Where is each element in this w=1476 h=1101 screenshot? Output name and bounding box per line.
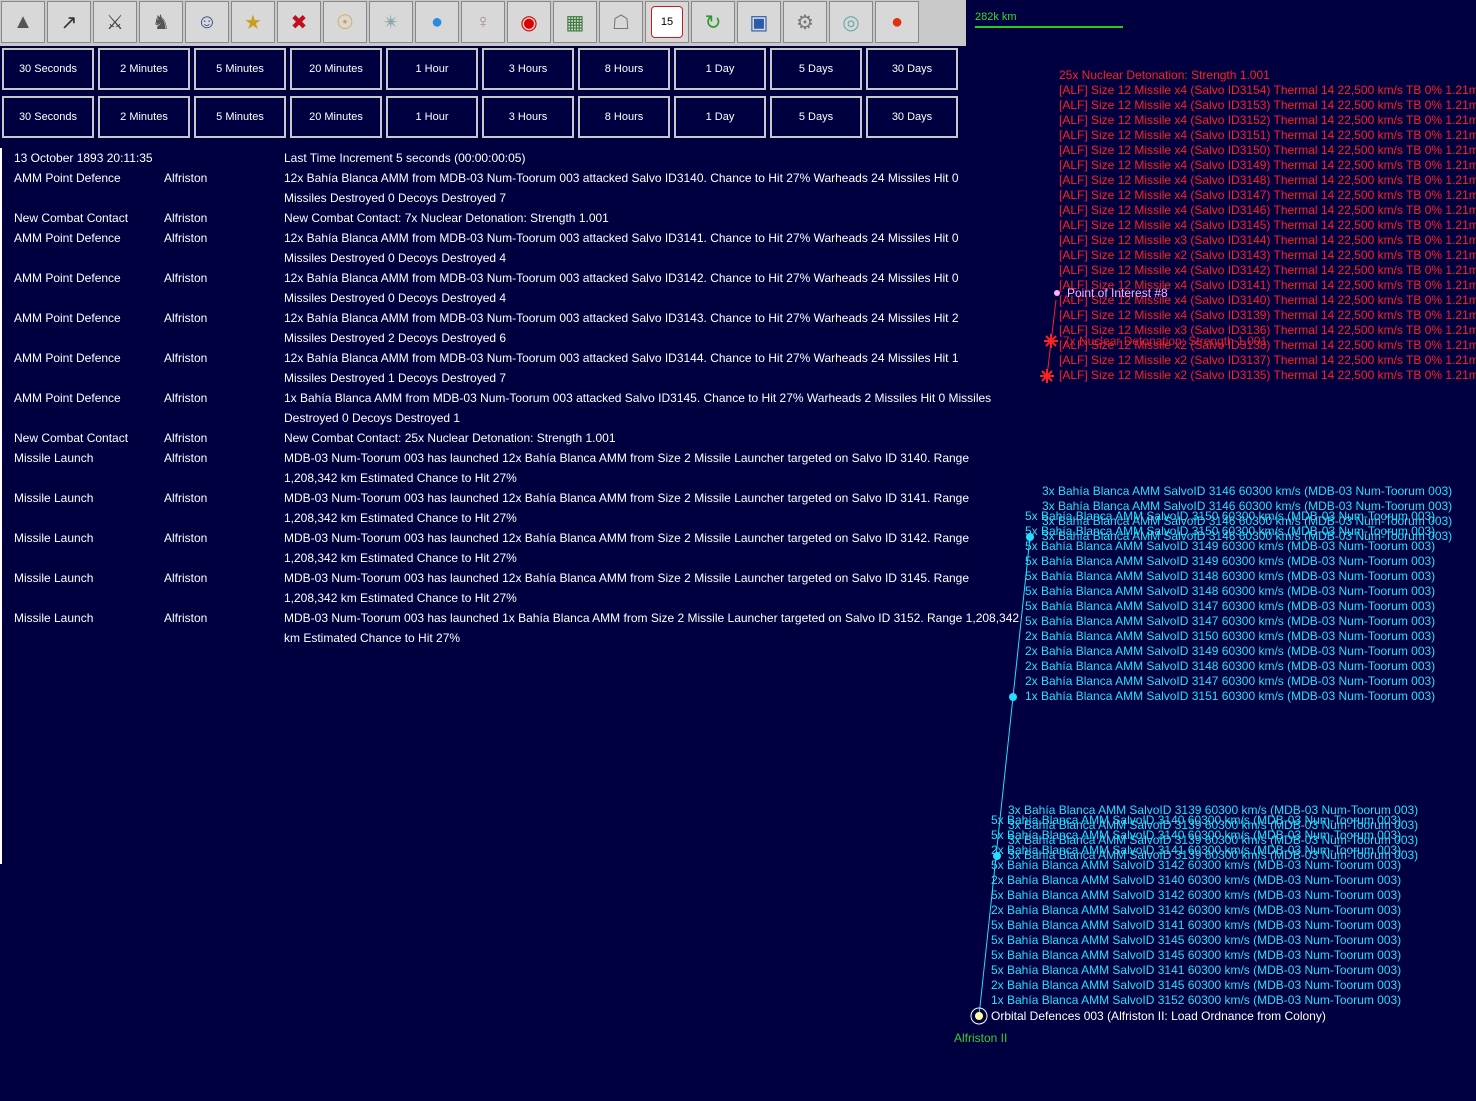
- salvo-label: 2x Bahía Blanca AMM SalvoID 3148 60300 k…: [1025, 659, 1436, 673]
- salvo-label: 1x Bahía Blanca AMM SalvoID 3152 60300 k…: [991, 993, 1402, 1007]
- enemy-contact-label: [ALF] Size 12 Missile x4 (Salvo ID3146) …: [1059, 203, 1476, 217]
- salvo-label: 5x Bahía Blanca AMM SalvoID 3149 60300 k…: [1025, 539, 1436, 553]
- enemy-contact-label: [ALF] Size 12 Missile x4 (Salvo ID3145) …: [1059, 218, 1476, 232]
- orbital-label: Orbital Defences 003 (Alfriston II: Load…: [991, 1009, 1326, 1023]
- enemy-contact-label: [ALF] Size 12 Missile x4 (Salvo ID3147) …: [1059, 188, 1476, 202]
- poi-label: Point of Interest #8: [1067, 286, 1168, 300]
- salvo-label: 5x Bahía Blanca AMM SalvoID 3149 60300 k…: [1025, 554, 1436, 568]
- salvo-label: 5x Bahía Blanca AMM SalvoID 3147 60300 k…: [1025, 599, 1436, 613]
- enemy-contact-label: [ALF] Size 12 Missile x2 (Salvo ID3137) …: [1059, 353, 1476, 367]
- salvo-label: 5x Bahía Blanca AMM SalvoID 3140 60300 k…: [991, 828, 1402, 842]
- enemy-contact-label: [ALF] Size 12 Missile x2 (Salvo ID3143) …: [1059, 248, 1476, 262]
- salvo-label: 5x Bahía Blanca AMM SalvoID 3150 60300 k…: [1025, 509, 1436, 523]
- salvo-label: 5x Bahía Blanca AMM SalvoID 3140 60300 k…: [991, 813, 1402, 827]
- enemy-contact-label: [ALF] Size 12 Missile x2 (Salvo ID3135) …: [1059, 368, 1476, 382]
- salvo-label: 2x Bahía Blanca AMM SalvoID 3149 60300 k…: [1025, 644, 1436, 658]
- salvo-label: 5x Bahía Blanca AMM SalvoID 3147 60300 k…: [1025, 614, 1436, 628]
- salvo-label: 5x Bahía Blanca AMM SalvoID 3145 60300 k…: [991, 933, 1402, 947]
- salvo-label: 5x Bahía Blanca AMM SalvoID 3148 60300 k…: [1025, 584, 1436, 598]
- nuke-burst-icon: [1044, 334, 1058, 348]
- mid-salvo-marker: [1009, 693, 1017, 701]
- salvo-label: 5x Bahía Blanca AMM SalvoID 3141 60300 k…: [991, 918, 1402, 932]
- salvo-label: 2x Bahía Blanca AMM SalvoID 3145 60300 k…: [991, 978, 1402, 992]
- salvo-label: 5x Bahía Blanca AMM SalvoID 3148 60300 k…: [1025, 569, 1436, 583]
- enemy-contact-label: [ALF] Size 12 Missile x4 (Salvo ID3154) …: [1059, 83, 1476, 97]
- salvo-label: 5x Bahía Blanca AMM SalvoID 3141 60300 k…: [991, 963, 1402, 977]
- salvo-label: 1x Bahía Blanca AMM SalvoID 3151 60300 k…: [1025, 689, 1436, 703]
- salvo-label: 5x Bahía Blanca AMM SalvoID 3150 60300 k…: [1025, 524, 1436, 538]
- enemy-contact-label: [ALF] Size 12 Missile x4 (Salvo ID3150) …: [1059, 143, 1476, 157]
- salvo-label: 5x Bahía Blanca AMM SalvoID 3145 60300 k…: [991, 948, 1402, 962]
- enemy-contact-label: [ALF] Size 12 Missile x4 (Salvo ID3149) …: [1059, 158, 1476, 172]
- enemy-contact-label: [ALF] Size 12 Missile x4 (Salvo ID3152) …: [1059, 113, 1476, 127]
- salvo-label: 2x Bahía Blanca AMM SalvoID 3141 60300 k…: [991, 843, 1402, 857]
- enemy-contact-label: [ALF] Size 12 Missile x4 (Salvo ID3151) …: [1059, 128, 1476, 142]
- enemy-header: 25x Nuclear Detonation: Strength 1.001: [1059, 68, 1270, 82]
- enemy-contact-label: [ALF] Size 12 Missile x4 (Salvo ID3148) …: [1059, 173, 1476, 187]
- salvo-label: 5x Bahía Blanca AMM SalvoID 3142 60300 k…: [991, 888, 1402, 902]
- planet-label: Alfriston II: [954, 1031, 1008, 1045]
- salvo-label: 5x Bahía Blanca AMM SalvoID 3142 60300 k…: [991, 858, 1402, 872]
- enemy-contact-label: [ALF] Size 12 Missile x3 (Salvo ID3144) …: [1059, 233, 1476, 247]
- salvo-label: 3x Bahía Blanca AMM SalvoID 3146 60300 k…: [1042, 484, 1453, 498]
- salvo-label: 2x Bahía Blanca AMM SalvoID 3140 60300 k…: [991, 873, 1402, 887]
- enemy-contact-label: [ALF] Size 12 Missile x4 (Salvo ID3153) …: [1059, 98, 1476, 112]
- planet-icon: [975, 1012, 983, 1020]
- nuke-burst-icon: [1040, 369, 1054, 383]
- nuke-label: 7x Nuclear Detonation: Strength 1.001: [1063, 334, 1268, 348]
- enemy-contact-label: [ALF] Size 12 Missile x4 (Salvo ID3142) …: [1059, 263, 1476, 277]
- salvo-label: 2x Bahía Blanca AMM SalvoID 3147 60300 k…: [1025, 674, 1436, 688]
- enemy-contact-label: [ALF] Size 12 Missile x4 (Salvo ID3139) …: [1059, 308, 1476, 322]
- salvo-label: 2x Bahía Blanca AMM SalvoID 3150 60300 k…: [1025, 629, 1436, 643]
- salvo-label: 2x Bahía Blanca AMM SalvoID 3142 60300 k…: [991, 903, 1402, 917]
